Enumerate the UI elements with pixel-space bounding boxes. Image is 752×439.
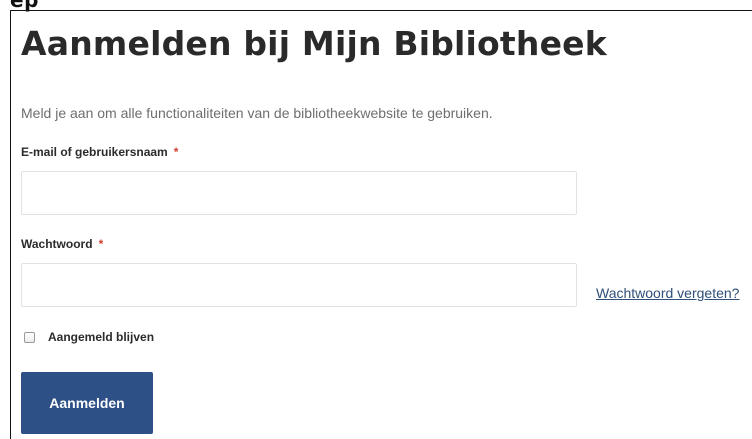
email-label: E-mail of gebruikersnaam * [21, 145, 178, 159]
dialog-top-border [10, 10, 752, 11]
page-title: Aanmelden bij Mijn Bibliotheek [21, 24, 607, 63]
intro-text: Meld je aan om alle functionaliteiten va… [21, 105, 493, 121]
forgot-password-link[interactable]: Wachtwoord vergeten? [596, 285, 739, 301]
clipped-heading-text: ep [10, 0, 39, 12]
email-label-text: E-mail of gebruikersnaam [21, 145, 168, 159]
password-label-text: Wachtwoord [21, 237, 93, 251]
login-button[interactable]: Aanmelden [21, 372, 153, 434]
email-required-marker: * [173, 145, 179, 159]
email-field[interactable] [21, 171, 577, 215]
password-label: Wachtwoord * [21, 237, 103, 251]
password-required-marker: * [98, 237, 104, 251]
dialog-left-border [10, 10, 11, 439]
remember-me-checkbox[interactable] [24, 331, 35, 343]
remember-me-label[interactable]: Aangemeld blijven [48, 330, 154, 344]
remember-me-row[interactable]: Aangemeld blijven [24, 330, 154, 344]
password-field[interactable] [21, 263, 577, 307]
